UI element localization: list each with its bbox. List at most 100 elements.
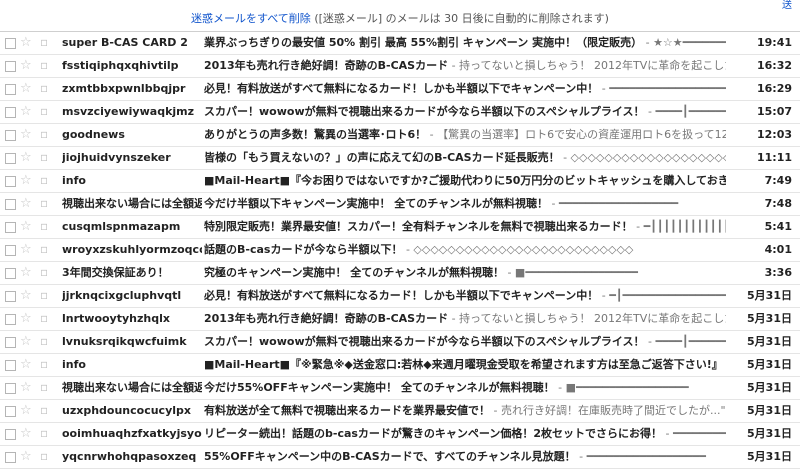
importance-icon[interactable]: ▫ <box>40 265 48 280</box>
email-content: ■Mail-Heart■『※緊急※◆送金窓口:若林◆来週月曜現金受取を希望されま… <box>204 354 726 376</box>
importance-icon[interactable]: ▫ <box>40 403 48 418</box>
importance-icon[interactable]: ▫ <box>40 35 48 50</box>
importance-icon[interactable]: ▫ <box>40 357 48 372</box>
importance-icon[interactable]: ▫ <box>40 311 48 326</box>
star-icon[interactable]: ☆ <box>20 449 32 464</box>
email-row[interactable]: ☆ ▫ fsstiqiphqxqhivtilp 2013年も売れ行き絶好調！奇跡のB-… <box>0 55 800 78</box>
checkbox-icon[interactable] <box>5 383 16 394</box>
email-content: 必見！有料放送がすべて無料になるカード！しかも半額以下でキャンペーン中！ - ━… <box>204 78 726 100</box>
checkbox-icon[interactable] <box>5 314 16 325</box>
checkbox-icon[interactable] <box>5 452 16 463</box>
email-row[interactable]: ☆ ▫ goodnews ありがとうの声多数！驚異の当選率･ロト6！ - 【驚異の当選… <box>0 124 800 147</box>
email-row[interactable]: ☆ ▫ super B-CAS CARD 2 業界ぶっちぎりの最安値 50% 割引 最… <box>0 32 800 55</box>
star-icon[interactable]: ☆ <box>20 150 32 165</box>
star-icon[interactable]: ☆ <box>20 173 32 188</box>
star-icon[interactable]: ☆ <box>20 357 32 372</box>
email-content: 必見！有料放送がすべて無料になるカード！しかも半額以下でキャンペーン中！ - ━… <box>204 285 726 307</box>
checkbox-icon[interactable] <box>5 337 16 348</box>
email-row[interactable]: ☆ ▫ 視聴出来ない場合には全額返金 今だけ55%OFFキャンペーン実施中！ 全てのチ… <box>0 377 800 400</box>
snippet-separator: - <box>448 312 460 325</box>
snippet-separator: - <box>723 358 726 371</box>
importance-icon[interactable]: ▫ <box>40 219 48 234</box>
importance-icon[interactable]: ▫ <box>40 104 48 119</box>
importance-icon[interactable]: ▫ <box>40 334 48 349</box>
email-row[interactable]: ☆ ▫ 視聴出来ない場合には全額返金 今だけ半額以下キャンペーン実施中！ 全てのチャン… <box>0 193 800 216</box>
checkbox-icon[interactable] <box>5 38 16 49</box>
snippet-separator: - <box>426 128 438 141</box>
star-icon[interactable]: ☆ <box>20 196 32 211</box>
email-row[interactable]: ☆ ▫ yqcnrwhohqpasoxzeq 55%OFFキャンペーン中のB-CASカ… <box>0 446 800 469</box>
email-row[interactable]: ☆ ▫ info ■Mail-Heart■『今お困りではないですか?ご援助代わりに50… <box>0 170 800 193</box>
email-subject: ■Mail-Heart■『※緊急※◆送金窓口:若林◆来週月曜現金受取を希望されま… <box>204 358 723 371</box>
email-row[interactable]: ☆ ▫ jiojhuidvynszeker 皆様の「もう買えないの？」の声に応えて幻の… <box>0 147 800 170</box>
email-row[interactable]: ☆ ▫ jjrknqcixgcluphvqtl 必見！有料放送がすべて無料になるカード… <box>0 285 800 308</box>
email-row[interactable]: ☆ ▫ 3年間交換保証あり！ 究極のキャンペーン実施中！ 全てのチャンネルが無料視聴！… <box>0 262 800 285</box>
email-date: 16:29 <box>756 82 792 95</box>
email-row[interactable]: ☆ ▫ uzxphdouncocucylpx 有料放送が全て無料で視聴出来るカードを業… <box>0 400 800 423</box>
checkbox-icon[interactable] <box>5 222 16 233</box>
email-row[interactable]: ☆ ▫ lvnuksrqikqwcfuimk スカパー！wowowが無料で視聴出来るカ… <box>0 331 800 354</box>
email-date: 5:41 <box>764 220 792 233</box>
email-sender: lvnuksrqikqwcfuimk <box>62 335 187 348</box>
importance-icon[interactable]: ▫ <box>40 242 48 257</box>
importance-icon[interactable]: ▫ <box>40 58 48 73</box>
importance-icon[interactable]: ▫ <box>40 127 48 142</box>
star-icon[interactable]: ☆ <box>20 242 32 257</box>
star-icon[interactable]: ☆ <box>20 380 32 395</box>
star-icon[interactable]: ☆ <box>20 81 32 96</box>
email-snippet: ━┃┃┃┃┃┃┃┃┃┃┃┃┃ <box>643 220 726 233</box>
email-sender: 視聴出来ない場合には全額返金 <box>62 381 202 394</box>
email-snippet: 持ってないと損しちゃう！ 2012年TVに革命を起こした "幻... <box>459 312 726 325</box>
star-icon[interactable]: ☆ <box>20 334 32 349</box>
importance-icon[interactable]: ▫ <box>40 380 48 395</box>
star-icon[interactable]: ☆ <box>20 58 32 73</box>
email-content: 2013年も売れ行き絶好調！奇跡のB-CASカード - 持ってないと損しちゃう！… <box>204 55 726 77</box>
star-icon[interactable]: ☆ <box>20 265 32 280</box>
email-date: 5月31日 <box>747 312 792 325</box>
star-icon[interactable]: ☆ <box>20 219 32 234</box>
checkbox-icon[interactable] <box>5 268 16 279</box>
checkbox-icon[interactable] <box>5 291 16 302</box>
importance-icon[interactable]: ▫ <box>40 196 48 211</box>
delete-all-spam-link[interactable]: 迷惑メールをすべて削除 <box>191 12 311 25</box>
star-icon[interactable]: ☆ <box>20 311 32 326</box>
spam-notice-text: ([迷惑メール] のメールは 30 日後に自動的に削除されます) <box>314 12 609 25</box>
email-date: 4:01 <box>764 243 792 256</box>
importance-icon[interactable]: ▫ <box>40 288 48 303</box>
star-icon[interactable]: ☆ <box>20 403 32 418</box>
importance-icon[interactable]: ▫ <box>40 150 48 165</box>
email-row[interactable]: ☆ ▫ zxmtbbxpwnlbbqjpr 必見！有料放送がすべて無料になるカード！し… <box>0 78 800 101</box>
checkbox-icon[interactable] <box>5 176 16 187</box>
checkbox-icon[interactable] <box>5 61 16 72</box>
email-row[interactable]: ☆ ▫ ooimhuaqhzfxatkyjsyo リピーター続出！話題のb-casカー… <box>0 423 800 446</box>
checkbox-icon[interactable] <box>5 107 16 118</box>
checkbox-icon[interactable] <box>5 84 16 95</box>
email-row[interactable]: ☆ ▫ msvzciyewiywaqkjmz スカパー！wowowが無料で視聴出来るカ… <box>0 101 800 124</box>
checkbox-icon[interactable] <box>5 360 16 371</box>
email-row[interactable]: ☆ ▫ info ■Mail-Heart■『※緊急※◆送金窓口:若林◆来週月曜現金受取… <box>0 354 800 377</box>
checkbox-icon[interactable] <box>5 406 16 417</box>
email-date: 16:32 <box>756 59 792 72</box>
importance-icon[interactable]: ▫ <box>40 173 48 188</box>
checkbox-icon[interactable] <box>5 245 16 256</box>
star-icon[interactable]: ☆ <box>20 426 32 441</box>
email-snippet: ━━━━━━━━━━━━━━━━━━ <box>609 82 726 95</box>
importance-icon[interactable]: ▫ <box>40 449 48 464</box>
checkbox-icon[interactable] <box>5 199 16 210</box>
email-row[interactable]: ☆ ▫ lnrtwooytyhzhqlx 2013年も売れ行き絶好調！奇跡のB-CAS… <box>0 308 800 331</box>
checkbox-icon[interactable] <box>5 130 16 141</box>
checkbox-icon[interactable] <box>5 429 16 440</box>
checkbox-icon[interactable] <box>5 153 16 164</box>
email-row[interactable]: ☆ ▫ cusqmlspnmazapm 特別限定販売！業界最安値！スカパー！全有料チャ… <box>0 216 800 239</box>
star-icon[interactable]: ☆ <box>20 35 32 50</box>
email-sender: uzxphdouncocucylpx <box>62 404 191 417</box>
importance-icon[interactable]: ▫ <box>40 81 48 96</box>
email-date: 5月31日 <box>747 358 792 371</box>
importance-icon[interactable]: ▫ <box>40 426 48 441</box>
star-icon[interactable]: ☆ <box>20 104 32 119</box>
star-icon[interactable]: ☆ <box>20 127 32 142</box>
email-row[interactable]: ☆ ▫ wroyxzskuhlyormzoqco 話題のB-casカードが今なら半額以… <box>0 239 800 262</box>
email-date: 5月31日 <box>747 289 792 302</box>
star-icon[interactable]: ☆ <box>20 288 32 303</box>
email-content: 今だけ半額以下キャンペーン実施中！ 全てのチャンネルが無料視聴！ - ━━━━━… <box>204 193 726 215</box>
